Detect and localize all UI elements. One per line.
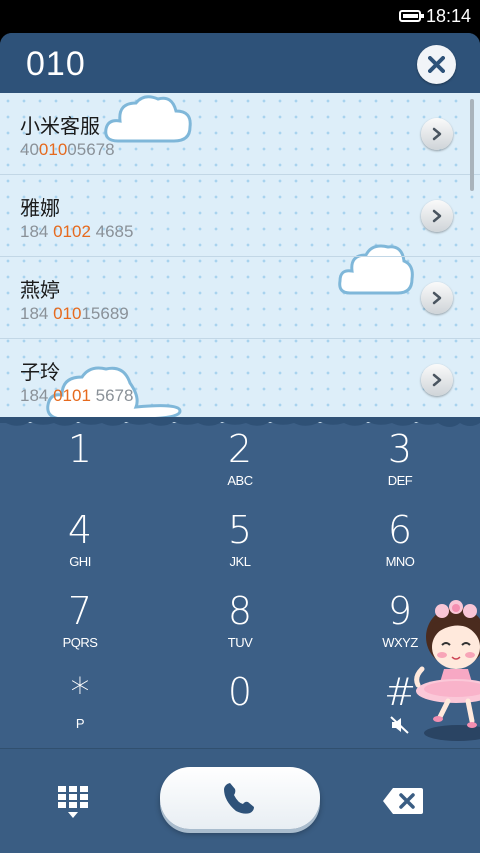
close-icon [428,56,445,73]
key-8[interactable]: 8 TUV [160,585,320,665]
chevron-right-icon [432,373,442,387]
contact-row[interactable]: 雅娜 184 0102 4685 [0,175,480,257]
bottom-action-bar [0,748,480,853]
contact-number: 184 01015689 [20,304,129,323]
key-5[interactable]: 5 JKL [160,504,320,584]
dialer-app: 010 小米客服 4001005678 雅娜 184 0102 4685 燕婷 … [0,33,480,853]
contact-name: 雅娜 [20,196,60,220]
contact-detail-button[interactable] [421,118,453,150]
search-results-list[interactable]: 小米客服 4001005678 雅娜 184 0102 4685 燕婷 184 … [0,93,480,423]
backspace-icon[interactable] [381,786,425,816]
dialpad-grid-icon[interactable] [56,784,90,820]
clear-input-button[interactable] [417,45,456,84]
chevron-right-icon [432,291,442,305]
mute-icon [390,716,409,734]
call-button[interactable] [160,767,320,829]
contact-row[interactable]: 子玲 184 0101 5678 [0,339,480,421]
contact-detail-button[interactable] [421,364,453,396]
chevron-right-icon [432,127,442,141]
contact-number: 4001005678 [20,140,115,159]
key-3[interactable]: 3 DEF [320,423,480,503]
cartoon-girl-decoration [414,600,480,741]
dial-input[interactable]: 010 [26,45,86,84]
scrollbar[interactable] [470,99,474,191]
battery-icon [399,10,424,22]
contact-detail-button[interactable] [421,282,453,314]
dial-keypad: 1 2 ABC 3 DEF 4 GHI 5 JKL 6 MNO 7 PQRS 8 TUV 9W… [0,423,480,748]
status-time: 18:14 [426,6,472,26]
key-star[interactable]: * P [0,666,160,746]
key-6[interactable]: 6 MNO [320,504,480,584]
contact-row[interactable]: 燕婷 184 01015689 [0,257,480,339]
search-header: 010 [0,33,480,93]
key-4[interactable]: 4 GHI [0,504,160,584]
contact-number: 184 0101 5678 [20,386,134,405]
key-1[interactable]: 1 [0,423,160,503]
contact-number: 184 0102 4685 [20,222,134,241]
contact-detail-button[interactable] [421,200,453,232]
key-0[interactable]: 0 [160,666,320,746]
contact-row[interactable]: 小米客服 4001005678 [0,93,480,175]
status-bar: 18:14 [0,0,480,33]
contact-name: 子玲 [20,360,60,384]
contact-name: 小米客服 [20,114,100,138]
key-2[interactable]: 2 ABC [160,423,320,503]
chevron-right-icon [432,209,442,223]
contact-name: 燕婷 [20,278,60,302]
key-7[interactable]: 7 PQRS [0,585,160,665]
phone-icon [224,783,254,814]
